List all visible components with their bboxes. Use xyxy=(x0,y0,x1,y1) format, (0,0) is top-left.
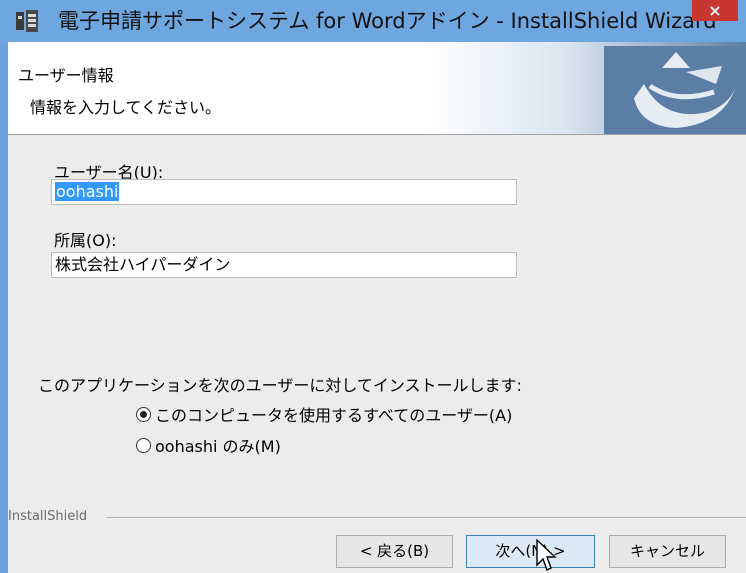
title-bar[interactable]: 電子申請サポートシステム for Wordアドイン - InstallShiel… xyxy=(0,0,746,42)
next-button[interactable]: 次へ(N) > xyxy=(466,535,595,568)
close-button[interactable]: × xyxy=(692,0,738,21)
username-value: oohashi xyxy=(55,182,120,201)
wizard-header: ユーザー情報 情報を入力してください。 xyxy=(8,42,746,135)
install-scope-prompt: このアプリケーションを次のユーザーに対してインストールします: xyxy=(38,376,522,395)
radio-unchecked-icon xyxy=(136,437,151,453)
installshield-logo-icon xyxy=(604,46,746,134)
radio-current-user[interactable]: oohashi のみ(M) xyxy=(136,433,281,457)
wizard-body: ユーザー情報 情報を入力してください。 ユーザー名(U): oohashi 所属… xyxy=(8,42,746,573)
close-icon: × xyxy=(708,1,722,20)
window-title: 電子申請サポートシステム for Wordアドイン - InstallShiel… xyxy=(58,9,717,33)
page-title: ユーザー情報 xyxy=(18,66,114,85)
organization-field[interactable]: 株式会社ハイパーダイン xyxy=(51,252,517,278)
radio-current-user-label: oohashi のみ(M) xyxy=(155,437,281,456)
organization-value: 株式会社ハイパーダイン xyxy=(55,255,231,274)
installer-app-icon xyxy=(16,10,38,32)
organization-label: 所属(O): xyxy=(54,231,117,250)
footer-divider xyxy=(106,517,746,518)
page-subtitle: 情報を入力してください。 xyxy=(30,98,222,117)
mouse-pointer-icon xyxy=(536,539,557,571)
radio-all-users-label: このコンピュータを使用するすべてのユーザー(A) xyxy=(155,406,513,425)
installer-window: 電子申請サポートシステム for Wordアドイン - InstallShiel… xyxy=(0,0,746,573)
radio-checked-icon xyxy=(136,406,151,422)
cancel-button[interactable]: キャンセル xyxy=(609,535,726,568)
username-field[interactable]: oohashi xyxy=(51,179,517,205)
installshield-brand: InstallShield xyxy=(8,509,88,524)
back-button[interactable]: < 戻る(B) xyxy=(336,535,453,568)
radio-all-users[interactable]: このコンピュータを使用するすべてのユーザー(A) xyxy=(136,402,512,426)
